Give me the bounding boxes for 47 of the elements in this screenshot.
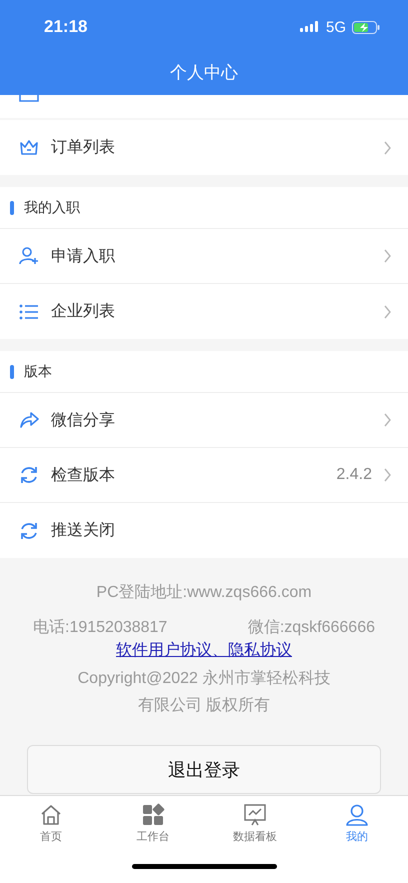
tab-item[interactable]: 首页 [0, 796, 102, 850]
list-icon [19, 302, 39, 322]
battery-icon [352, 20, 380, 34]
presentation-board-icon [243, 802, 267, 826]
share-icon [19, 410, 39, 430]
chevron-icon [384, 413, 392, 427]
crown-icon [19, 138, 39, 158]
section-title: 版本 [24, 362, 52, 380]
page-title: 个人中心 [170, 62, 238, 84]
section-marker [10, 364, 14, 378]
list-item[interactable]: 检查版本 2.4.2 [0, 448, 408, 503]
add-user-icon [19, 246, 39, 266]
tab-item[interactable]: 我的 [306, 796, 408, 850]
item-label: 企业列表 [51, 302, 116, 322]
chevron-icon [384, 140, 392, 154]
section-marker [10, 200, 14, 214]
logout-button[interactable]: 退出登录 [27, 745, 381, 794]
section-title: 我的入职 [24, 198, 80, 216]
grid-icon [141, 802, 165, 826]
status-time: 21:18 [44, 17, 88, 37]
item-label: 推送关闭 [51, 520, 116, 541]
agreement-link[interactable]: 软件用户协议、隐私协议 [116, 640, 292, 661]
signal-icon [300, 21, 320, 33]
phone-number: 电话:19152038817 [33, 618, 168, 638]
chevron-icon [384, 468, 392, 482]
item-label: 微信分享 [51, 410, 116, 430]
pc-address: PC登陆地址:www.zqs666.com [96, 582, 312, 603]
home-icon [39, 802, 63, 826]
refresh-icon [19, 465, 39, 485]
tab-item[interactable]: 工作台 [102, 796, 204, 850]
network-label: 5G [326, 18, 346, 36]
list-item[interactable]: 申请入职 [0, 229, 408, 284]
item-label: 订单列表 [51, 138, 116, 158]
chevron-icon [384, 249, 392, 263]
list-item[interactable]: 微信分享 [0, 393, 408, 448]
item-value: 2.4.2 [336, 466, 372, 484]
list-item[interactable]: 推送关闭 [0, 503, 408, 558]
item-label: 申请入职 [51, 246, 116, 266]
refresh-icon [19, 520, 39, 540]
chevron-icon [384, 304, 392, 318]
list-item[interactable]: 订单列表 [0, 120, 408, 175]
item-label: 检查版本 [51, 466, 116, 486]
copyright-text: Copyright@2022 永州市掌轻松科技有限公司 版权所有 [76, 668, 332, 716]
list-item[interactable]: 企业列表 [0, 284, 408, 339]
wechat-id: 微信:zqskf666666 [248, 618, 375, 638]
tab-item[interactable]: 数据看板 [204, 796, 306, 850]
person-icon [345, 802, 369, 826]
